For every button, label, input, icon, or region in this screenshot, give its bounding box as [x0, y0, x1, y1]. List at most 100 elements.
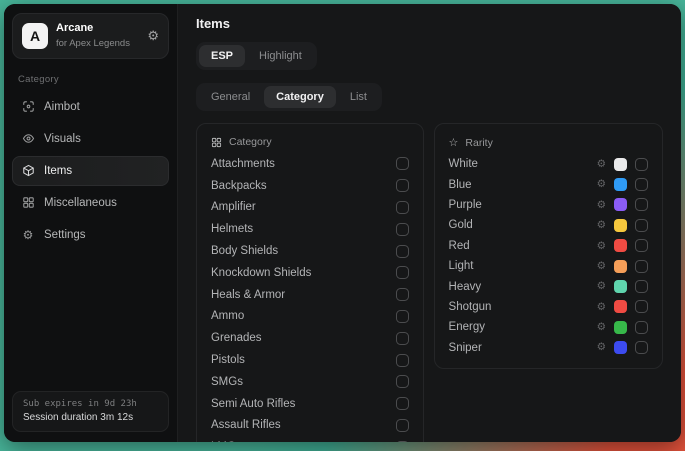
category-checkbox[interactable]	[396, 419, 409, 432]
gear-icon[interactable]: ⚙	[597, 302, 606, 313]
rarity-checkbox[interactable]	[635, 239, 648, 252]
star-icon: ☆	[449, 136, 459, 149]
sidebar-item-miscellaneous[interactable]: Miscellaneous	[12, 188, 169, 218]
category-row: Body Shields	[211, 240, 409, 262]
category-checkbox[interactable]	[396, 354, 409, 367]
sidebar-footer: Sub expires in 9d 23h Session duration 3…	[12, 391, 169, 432]
rarity-label: Shotgun	[449, 301, 492, 313]
category-row: Knockdown Shields	[211, 262, 409, 284]
category-row: Pistols	[211, 349, 409, 371]
gear-icon[interactable]: ⚙	[147, 28, 159, 44]
category-label: Ammo	[211, 310, 244, 322]
rarity-label: Heavy	[449, 281, 482, 293]
gear-icon[interactable]: ⚙	[597, 220, 606, 231]
page-title: Items	[196, 16, 663, 31]
category-checkbox[interactable]	[396, 288, 409, 301]
rarity-color-swatch[interactable]	[614, 219, 627, 232]
rarity-color-swatch[interactable]	[614, 300, 627, 313]
rarity-checkbox[interactable]	[635, 260, 648, 273]
crosshair-icon	[21, 100, 35, 114]
app-subtitle: for Apex Legends	[56, 38, 130, 50]
category-label: Knockdown Shields	[211, 267, 311, 279]
gear-icon[interactable]: ⚙	[597, 159, 606, 170]
rarity-color-swatch[interactable]	[614, 321, 627, 334]
category-checkbox[interactable]	[396, 223, 409, 236]
app-title: Arcane	[56, 22, 130, 36]
rarity-checkbox[interactable]	[635, 178, 648, 191]
rarity-color-swatch[interactable]	[614, 158, 627, 171]
tab-highlight[interactable]: Highlight	[247, 45, 314, 67]
category-row: Amplifier	[211, 197, 409, 219]
category-checkbox[interactable]	[396, 266, 409, 279]
rarity-color-swatch[interactable]	[614, 239, 627, 252]
category-checkbox[interactable]	[396, 157, 409, 170]
tab-list[interactable]: List	[338, 86, 379, 108]
sidebar-item-label: Aimbot	[44, 101, 80, 113]
rarity-checkbox[interactable]	[635, 158, 648, 171]
tab-esp[interactable]: ESP	[199, 45, 245, 67]
rarity-label: Gold	[449, 219, 473, 231]
category-checkbox[interactable]	[396, 310, 409, 323]
category-row: Ammo	[211, 306, 409, 328]
rarity-checkbox[interactable]	[635, 341, 648, 354]
rarity-color-swatch[interactable]	[614, 341, 627, 354]
gear-icon[interactable]: ⚙	[597, 261, 606, 272]
category-row: Backpacks	[211, 175, 409, 197]
category-label: Pistols	[211, 354, 245, 366]
rarity-label: Blue	[449, 179, 472, 191]
rarity-checkbox[interactable]	[635, 321, 648, 334]
category-label: Heals & Armor	[211, 289, 285, 301]
rarity-row: Red ⚙	[449, 236, 648, 256]
category-checkbox[interactable]	[396, 332, 409, 345]
category-checkbox[interactable]	[396, 375, 409, 388]
category-checkbox[interactable]	[396, 201, 409, 214]
rarity-checkbox[interactable]	[635, 219, 648, 232]
rarity-label: Red	[449, 240, 470, 252]
gear-icon[interactable]: ⚙	[597, 241, 606, 252]
box-icon	[21, 164, 35, 178]
category-label: Body Shields	[211, 245, 278, 257]
rarity-checkbox[interactable]	[635, 280, 648, 293]
rarity-row: Sniper ⚙	[449, 338, 648, 358]
gear-icon[interactable]: ⚙	[597, 342, 606, 353]
rarity-color-swatch[interactable]	[614, 178, 627, 191]
rarity-color-swatch[interactable]	[614, 280, 627, 293]
category-panel: Category Attachments Backpacks	[196, 123, 424, 442]
sidebar-item-label: Miscellaneous	[44, 197, 117, 209]
category-row: Helmets	[211, 218, 409, 240]
category-label: Attachments	[211, 158, 275, 170]
rarity-row: Blue ⚙	[449, 174, 648, 194]
category-row: Semi Auto Rifles	[211, 393, 409, 415]
rarity-checkbox[interactable]	[635, 300, 648, 313]
sidebar-item-items[interactable]: Items	[12, 156, 169, 186]
rarity-row: Energy ⚙	[449, 317, 648, 337]
category-checkbox[interactable]	[396, 397, 409, 410]
sidebar-item-label: Settings	[44, 229, 86, 241]
category-checkbox[interactable]	[396, 179, 409, 192]
gear-icon[interactable]: ⚙	[597, 281, 606, 292]
rarity-label: Energy	[449, 321, 485, 333]
panels-row: Category Attachments Backpacks	[196, 123, 663, 442]
brand-card: A Arcane for Apex Legends ⚙	[12, 13, 169, 59]
rarity-panel-header: ☆ Rarity	[449, 133, 648, 154]
grid-icon	[211, 137, 222, 148]
rarity-color-swatch[interactable]	[614, 198, 627, 211]
category-checkbox[interactable]	[396, 245, 409, 258]
desktop-background: A Arcane for Apex Legends ⚙ Category	[0, 0, 685, 451]
gear-icon[interactable]: ⚙	[597, 200, 606, 211]
rarity-label: Sniper	[449, 342, 482, 354]
sidebar-item-settings[interactable]: ⚙ Settings	[12, 220, 169, 250]
rarity-row: Shotgun ⚙	[449, 297, 648, 317]
sidebar-item-label: Items	[44, 165, 72, 177]
sidebar-item-visuals[interactable]: Visuals	[12, 124, 169, 154]
gear-icon[interactable]: ⚙	[597, 179, 606, 190]
gear-icon[interactable]: ⚙	[597, 322, 606, 333]
category-label: Semi Auto Rifles	[211, 398, 295, 410]
category-checkbox[interactable]	[396, 441, 409, 442]
rarity-checkbox[interactable]	[635, 198, 648, 211]
category-label: Backpacks	[211, 180, 267, 192]
tab-general[interactable]: General	[199, 86, 262, 108]
tab-category[interactable]: Category	[264, 86, 336, 108]
rarity-color-swatch[interactable]	[614, 260, 627, 273]
sidebar-item-aimbot[interactable]: Aimbot	[12, 92, 169, 122]
